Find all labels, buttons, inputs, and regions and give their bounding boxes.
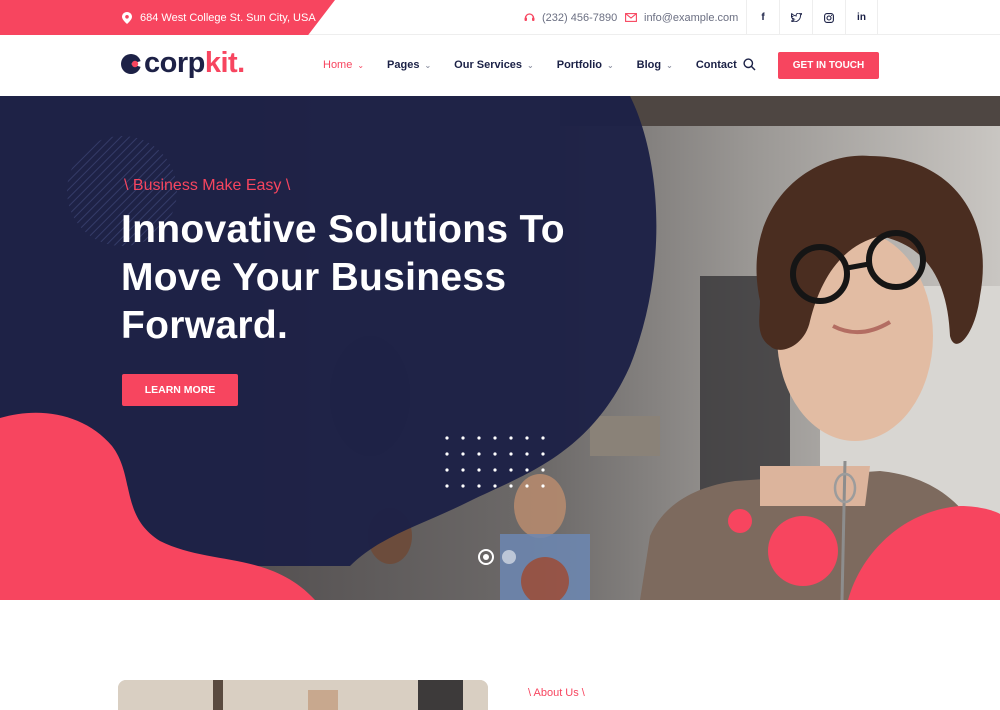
learn-more-button[interactable]: LEARN MORE bbox=[122, 374, 238, 406]
nav-item-our-services[interactable]: Our Services ⌄ bbox=[454, 59, 534, 71]
nav-item-contact[interactable]: Contact bbox=[696, 59, 737, 71]
chevron-down-icon: ⌄ bbox=[606, 60, 614, 70]
main-nav: Home ⌄ Pages ⌄ Our Services ⌄ Portfolio ⌄ Bl… bbox=[323, 35, 760, 95]
about-us-tag: \ About Us \ bbox=[528, 687, 585, 699]
slide-dot[interactable] bbox=[502, 550, 516, 564]
site-logo[interactable]: corp kit. bbox=[120, 47, 245, 80]
headset-icon bbox=[524, 13, 535, 21]
nav-label: Our Services bbox=[454, 59, 523, 71]
about-image bbox=[118, 680, 488, 710]
hero-slider: \ Business Make Easy \ Innovative Soluti… bbox=[0, 96, 1000, 600]
address-text: 684 West College St. Sun City, USA bbox=[140, 11, 316, 24]
chevron-down-icon: ⌄ bbox=[666, 60, 673, 70]
nav-item-home[interactable]: Home ⌄ bbox=[323, 59, 364, 71]
nav-label: Portfolio bbox=[556, 59, 602, 71]
hero-headline: Innovative Solutions To Move Your Busine… bbox=[121, 208, 565, 347]
chevron-down-icon: ⌄ bbox=[424, 60, 432, 70]
logo-kit-text: kit. bbox=[204, 47, 245, 79]
top-bar: 684 West College St. Sun City, USA (232)… bbox=[0, 0, 1000, 35]
linkedin-icon[interactable]: in bbox=[845, 0, 878, 35]
dot-pattern bbox=[445, 436, 545, 488]
logo-mark-icon bbox=[121, 53, 141, 74]
nav-label: Blog bbox=[636, 59, 662, 71]
nav-item-pages[interactable]: Pages ⌄ bbox=[387, 59, 431, 71]
chevron-down-icon: ⌄ bbox=[357, 60, 365, 70]
logo-corp-text: corp bbox=[144, 47, 205, 79]
slider-pagination bbox=[478, 549, 524, 565]
nav-label: Contact bbox=[695, 59, 737, 71]
nav-label: Pages bbox=[387, 59, 420, 71]
chevron-down-icon: ⌄ bbox=[527, 60, 534, 70]
email-text: info@example.com bbox=[644, 11, 739, 24]
get-in-touch-button[interactable]: GET IN TOUCH bbox=[778, 52, 879, 79]
social-links: f in bbox=[746, 0, 878, 35]
email-contact[interactable]: info@example.com bbox=[625, 0, 738, 35]
instagram-icon[interactable] bbox=[812, 0, 845, 35]
nav-label: Home bbox=[323, 59, 353, 71]
address-strip: 684 West College St. Sun City, USA bbox=[0, 0, 335, 35]
facebook-icon[interactable]: f bbox=[746, 0, 779, 35]
phone-text: (232) 456-7890 bbox=[542, 11, 618, 24]
nav-item-portfolio[interactable]: Portfolio ⌄ bbox=[557, 59, 614, 71]
main-header: corp kit. Home ⌄ Pages ⌄ Our Services ⌄ Port… bbox=[0, 35, 1000, 95]
hero-eyebrow: \ Business Make Easy \ bbox=[124, 177, 291, 194]
mail-icon bbox=[625, 13, 637, 22]
about-photo bbox=[118, 680, 488, 710]
phone-contact[interactable]: (232) 456-7890 bbox=[524, 0, 617, 35]
slide-dot-active[interactable] bbox=[478, 549, 494, 565]
map-pin-icon bbox=[122, 11, 132, 24]
twitter-icon[interactable] bbox=[779, 0, 812, 35]
search-icon[interactable] bbox=[743, 58, 756, 76]
nav-item-blog[interactable]: Blog ⌄ bbox=[637, 59, 673, 71]
